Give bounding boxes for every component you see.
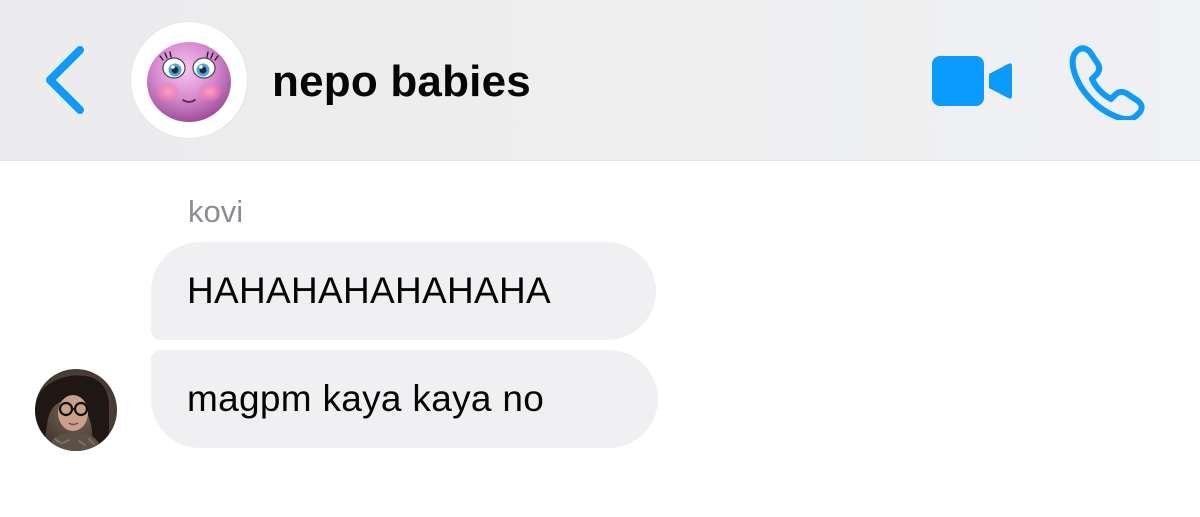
message-bubble[interactable]: magpm kaya kaya no (151, 350, 658, 448)
message-text: HAHAHAHAHAHAHA (187, 270, 551, 311)
group-avatar[interactable] (131, 22, 247, 138)
sender-name: kovi (188, 194, 244, 229)
chevron-left-icon (46, 46, 84, 114)
chat-header: nepo babies (0, 0, 1200, 161)
sender-avatar[interactable] (35, 369, 117, 451)
voice-call-button[interactable] (1064, 42, 1148, 123)
profile-photo-image (35, 369, 117, 451)
video-camera-icon (932, 56, 1012, 106)
blushing-face-avatar-image (147, 42, 231, 122)
chat-title[interactable]: nepo babies (272, 52, 531, 112)
video-call-button[interactable] (928, 52, 1016, 110)
message-bubble[interactable]: HAHAHAHAHAHAHA (151, 242, 656, 340)
message-text: magpm kaya kaya no (187, 378, 545, 419)
phone-icon (1069, 45, 1145, 123)
back-button[interactable] (30, 38, 100, 122)
